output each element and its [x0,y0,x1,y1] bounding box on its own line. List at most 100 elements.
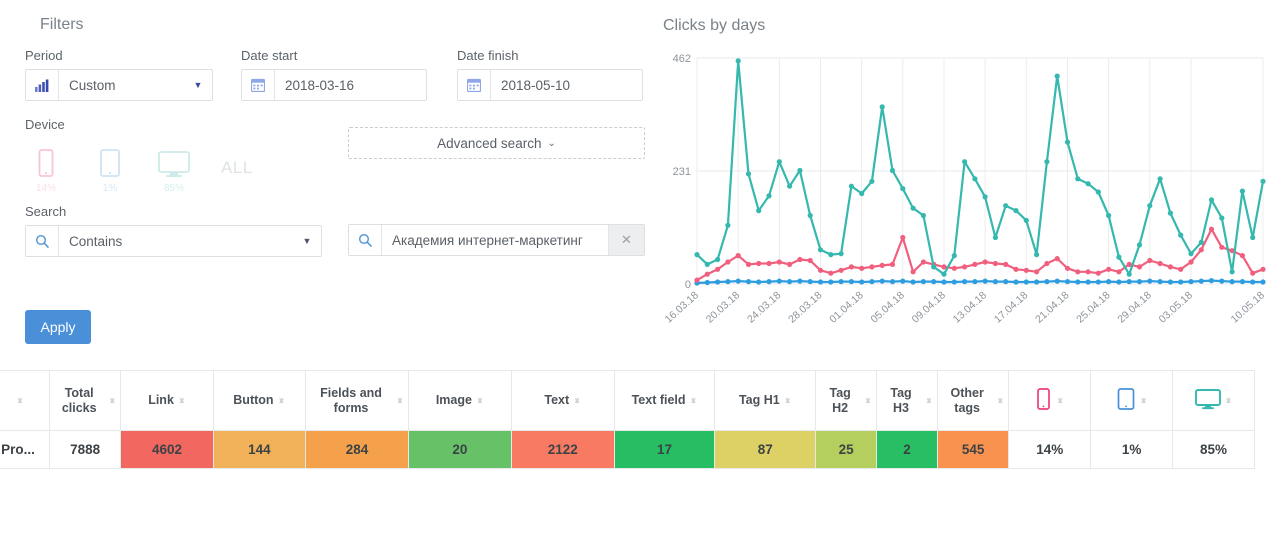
desktop-icon [158,151,190,177]
table-header-text-field[interactable]: Text field ▲ ▼ [613,370,716,431]
device-filter-all[interactable]: ALL [221,158,253,194]
table-header-fields-and-forms[interactable]: Fields and forms ▲ ▼ [305,370,409,431]
date-finish-field[interactable]: 2018-05-10 [457,69,643,101]
search-query-group: Академия интернет-маркетинг ✕ [348,224,645,256]
table-header-image[interactable]: Image ▲ ▼ [407,370,512,431]
table-header-label: Button [233,393,274,407]
table-header-name[interactable]: ▲ ▼ [0,370,50,431]
svg-text:21.04.18: 21.04.18 [1033,289,1072,325]
table-header-label: Total clicks [61,385,97,415]
svg-text:16.03.18: 16.03.18 [663,289,702,325]
device-mobile-pct: 14% [35,183,56,194]
table-header-label: Tag H3 [890,385,912,415]
device-tablet-pct: 1% [102,183,118,194]
date-finish-label: Date finish [457,48,519,63]
date-start-group: Date start 2018-03-16 [241,48,427,101]
search-mode-group: Search Contains ▼ [25,204,322,257]
table-cell: 20 [407,430,512,469]
table-row[interactable]: Pro... 7888 4602 144 284 20 2122 17 87 25 2 545 14% 1… [0,430,1255,469]
table-cell: 25 [815,430,878,469]
table-cell: 2 [876,430,938,469]
table-cell: 144 [212,430,307,469]
svg-text:25.04.18: 25.04.18 [1074,289,1113,325]
row-name: Pro... [0,430,50,469]
filters-panel: Filters Period Custom ▼ Date start 2018-… [0,0,655,360]
svg-text:17.04.18: 17.04.18 [992,289,1031,325]
search-input[interactable]: Академия интернет-маркетинг [382,225,608,255]
period-group: Period Custom ▼ [25,48,213,101]
device-filter-tablet[interactable]: 1% [89,148,131,194]
calendar-icon [458,70,491,100]
period-label: Period [25,48,63,63]
close-icon[interactable]: ✕ [608,225,644,255]
device-desktop-pct: 85% [163,183,184,194]
table-header-row: ▲ ▼ Total clicks ▲ ▼ Link ▲ ▼ Button ▲ ▼ Fields and… [0,370,1255,431]
table-header-tablet[interactable]: ▲ ▼ [1090,370,1174,431]
table-header-mobile[interactable]: ▲ ▼ [1008,370,1092,431]
svg-text:462: 462 [673,53,691,65]
svg-text:231: 231 [673,166,691,178]
svg-text:24.03.18: 24.03.18 [745,289,784,325]
period-select[interactable]: Custom ▼ [25,69,213,101]
date-start-field[interactable]: 2018-03-16 [241,69,427,101]
table-header-link[interactable]: Link ▲ ▼ [120,370,214,431]
analytics-dashboard: Filters Period Custom ▼ Date start 2018-… [0,0,1269,544]
chart-title: Clicks by days [663,17,766,34]
table-header-label: Text field [631,393,686,407]
search-query-field[interactable]: Академия интернет-маркетинг ✕ [348,224,645,256]
table-header-text[interactable]: Text ▲ ▼ [510,370,615,431]
table-header-desktop[interactable]: ▲ ▼ [1172,370,1255,431]
device-group: Device 14% 1% 85% ALL [25,117,255,194]
advanced-search-button[interactable]: Advanced search ⌄ [348,127,645,159]
calendar-icon [242,70,275,100]
date-finish-group: Date finish 2018-05-10 [457,48,643,101]
device-filter-desktop[interactable]: 85% [153,148,195,194]
table-header-tag-h1[interactable]: Tag H1 ▲ ▼ [714,370,817,431]
desktop-icon [1194,388,1221,413]
table-header-button[interactable]: Button ▲ ▼ [212,370,307,431]
svg-text:28.03.18: 28.03.18 [786,289,825,325]
table-header-label: Other tags [950,385,984,415]
svg-text:09.04.18: 09.04.18 [910,289,949,325]
metrics-table-wrap: ▲ ▼ Total clicks ▲ ▼ Link ▲ ▼ Button ▲ ▼ Fields and… [0,370,1269,469]
table-header-tag-h3[interactable]: Tag H3 ▲ ▼ [876,370,938,431]
table-cell: 4602 [120,430,214,469]
chevron-down-icon: ▼ [302,236,312,246]
table-header-label: Tag H1 [738,393,780,407]
filters-title: Filters [40,16,84,33]
svg-text:05.04.18: 05.04.18 [868,289,907,325]
table-header-total-clicks[interactable]: Total clicks ▲ ▼ [48,370,122,431]
table-cell: 545 [936,430,1010,469]
clicks-by-days-chart: 023146216.03.18 20.03.18 24.03.18 28.03.18 0… [663,53,1268,326]
table-header-other-tags[interactable]: Other tags ▲ ▼ [936,370,1010,431]
mobile-icon [1035,388,1052,413]
table-cell: 284 [305,430,409,469]
table-cell: 2122 [510,430,615,469]
mobile-icon [38,149,54,177]
bar-chart-icon [26,70,59,100]
device-filter-mobile[interactable]: 14% [25,148,67,194]
table-cell: 87 [714,430,817,469]
table-cell: 17 [613,430,716,469]
table-header-label: Text [544,393,570,407]
tablet-icon [1116,388,1136,413]
date-start-label: Date start [241,48,298,63]
device-toggle-row: 14% 1% 85% ALL [25,138,255,194]
period-value: Custom [69,77,116,93]
table-header-label: Link [148,393,174,407]
apply-button[interactable]: Apply [25,310,91,344]
search-label: Search [25,204,67,219]
advanced-search-label: Advanced search [437,135,542,151]
search-mode-value: Contains [69,233,123,249]
table-header-tag-h2[interactable]: Tag H2 ▲ ▼ [815,370,878,431]
svg-text:03.05.18: 03.05.18 [1157,289,1196,325]
device-label: Device [25,117,65,132]
date-finish-value: 2018-05-10 [501,77,571,93]
svg-text:10.05.18: 10.05.18 [1229,289,1268,325]
svg-text:13.04.18: 13.04.18 [951,289,990,325]
svg-text:01.04.18: 01.04.18 [827,289,866,325]
table-cell: 7888 [48,430,122,469]
chevron-down-icon: ⌄ [547,137,556,149]
table-cell: 1% [1090,430,1174,469]
search-mode-select[interactable]: Contains ▼ [25,225,322,257]
